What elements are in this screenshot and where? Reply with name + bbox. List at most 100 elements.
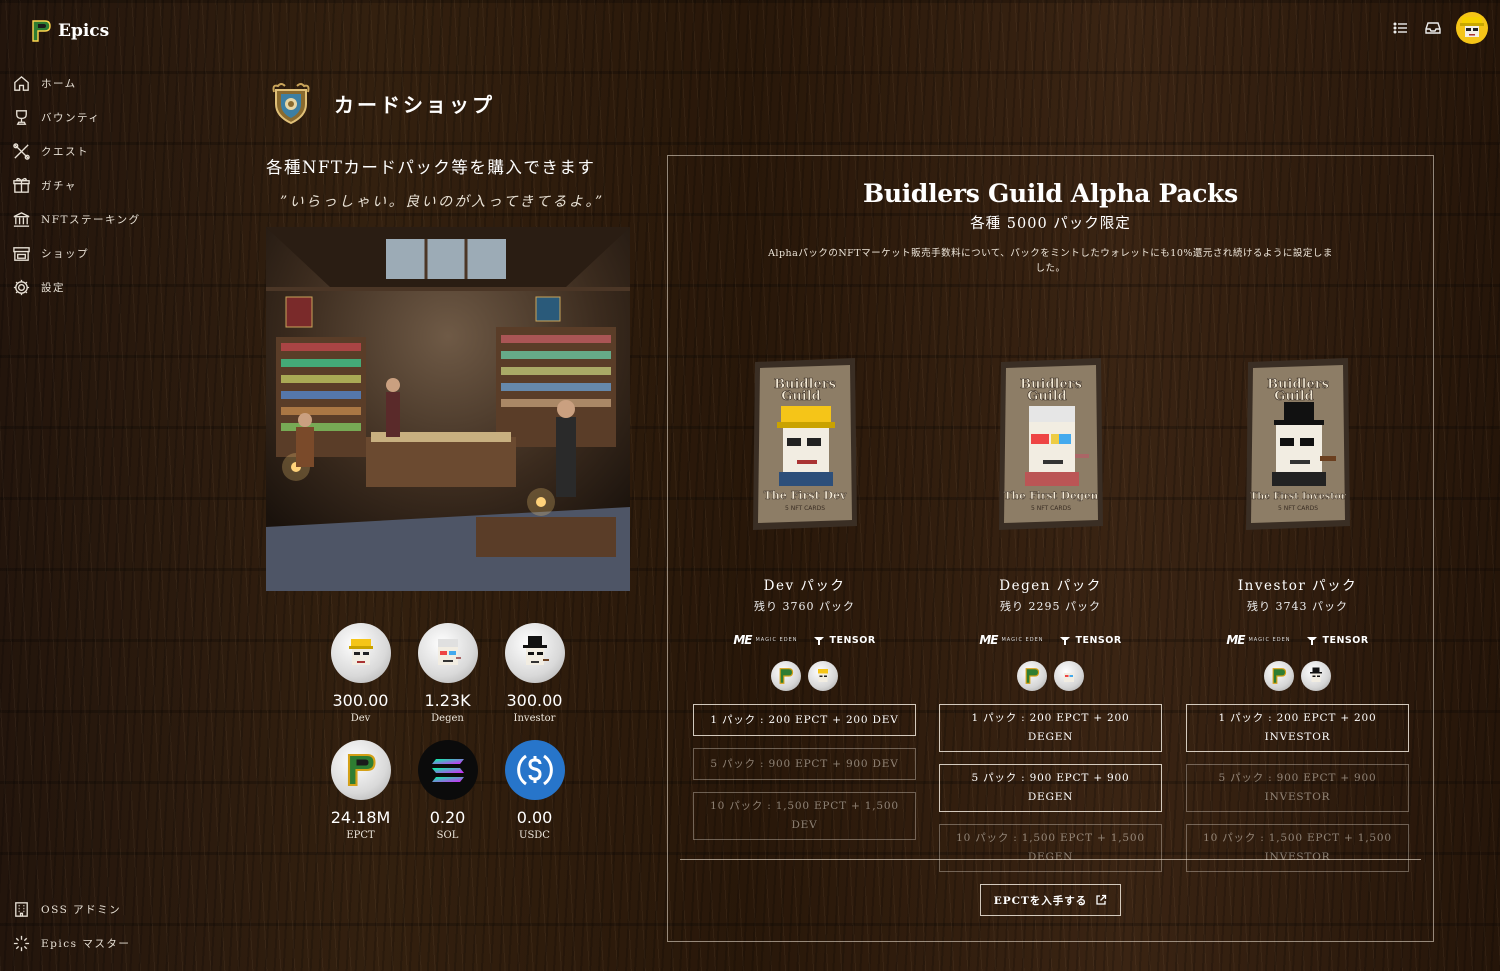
sidebar-item-label: ガチャ bbox=[41, 179, 77, 192]
sidebar-item-settings[interactable]: 設定 bbox=[12, 270, 212, 304]
market-links: ME MAGIC EDEN TENSOR bbox=[693, 633, 916, 647]
buy-1-pack-button[interactable]: 1 パック : 200 EPCT + 200 DEGEN bbox=[939, 704, 1162, 752]
tensor-link[interactable]: TENSOR bbox=[813, 634, 875, 646]
buy-10-pack-button[interactable]: 10 パック : 1,500 EPCT + 1,500 DEGEN bbox=[939, 824, 1162, 872]
balance-label: Dev bbox=[350, 713, 371, 724]
magic-eden-link[interactable]: ME MAGIC EDEN bbox=[733, 633, 797, 647]
pack-name: Investor パック bbox=[1237, 578, 1358, 594]
balance-value: 300.00 bbox=[332, 691, 389, 710]
tools-icon bbox=[13, 142, 30, 160]
tensor-label: TENSOR bbox=[829, 634, 876, 646]
sidebar-item-gacha[interactable]: ガチャ bbox=[12, 168, 212, 202]
degen-pack-image[interactable]: Buidlers Guild The First Degen 5 NFT CAR… bbox=[997, 356, 1105, 532]
sol-token-icon bbox=[417, 740, 478, 800]
tensor-icon bbox=[814, 637, 825, 645]
external-link-icon bbox=[1096, 894, 1107, 905]
sidebar-item-label: 設定 bbox=[41, 281, 65, 294]
balance-usdc: 0.00 USDC bbox=[491, 740, 578, 841]
epics-logo-icon bbox=[32, 20, 51, 42]
panel-title: Buidlers Guild Alpha Packs bbox=[863, 179, 1238, 208]
sidebar-item-label: バウンティ bbox=[41, 111, 101, 124]
user-avatar[interactable] bbox=[1456, 12, 1488, 44]
market-links: ME MAGIC EDEN TENSOR bbox=[1186, 633, 1409, 647]
app-logo[interactable]: Epics bbox=[30, 19, 109, 43]
sidebar-item-epics-master[interactable]: Epics マスター bbox=[12, 926, 212, 960]
buy-10-pack-button[interactable]: 10 パック : 1,500 EPCT + 1,500 DEV bbox=[693, 792, 916, 840]
alpha-packs-panel: Buidlers Guild Alpha Packs 各種 5000 パック限定… bbox=[667, 155, 1434, 942]
pack-name: Degen パック bbox=[999, 578, 1102, 594]
magic-eden-label: MAGIC EDEN bbox=[755, 637, 798, 643]
tensor-icon bbox=[1060, 637, 1071, 645]
balance-sol: 0.20 SOL bbox=[404, 740, 491, 841]
sidebar-item-label: Epics マスター bbox=[41, 937, 131, 950]
pack-tokens bbox=[693, 661, 916, 691]
balance-value: 0.20 bbox=[429, 808, 466, 827]
magic-eden-link[interactable]: ME MAGIC EDEN bbox=[979, 633, 1043, 647]
buy-1-pack-button[interactable]: 1 パック : 200 EPCT + 200 DEV bbox=[693, 704, 916, 736]
sidebar-item-home[interactable]: ホーム bbox=[12, 66, 212, 100]
bank-icon bbox=[13, 211, 30, 227]
sidebar-bottom: OSS アドミン Epics マスター bbox=[12, 892, 212, 960]
sidebar-item-label: ショップ bbox=[41, 247, 89, 260]
balance-epct: 24.18M EPCT bbox=[317, 740, 404, 841]
store-icon bbox=[13, 246, 30, 261]
pack-remaining: 残り 3743 パック bbox=[1247, 600, 1348, 613]
magic-eden-link[interactable]: ME MAGIC EDEN bbox=[1226, 633, 1290, 647]
pack-investor: Buidlers Guild The First Investor 5 NFT … bbox=[1186, 356, 1409, 872]
buy-10-pack-button[interactable]: 10 パック : 1,500 EPCT + 1,500 INVESTOR bbox=[1186, 824, 1409, 872]
get-epct-button[interactable]: EPCTを入手する bbox=[980, 884, 1121, 916]
epct-token-icon bbox=[1017, 661, 1047, 691]
sidebar-item-bounty[interactable]: バウンティ bbox=[12, 100, 212, 134]
sidebar-item-nft-staking[interactable]: NFTステーキング bbox=[12, 202, 212, 236]
home-icon bbox=[14, 75, 29, 91]
panel-note: AlphaパックのNFTマーケット販売手数料について、パックをミントしたウォレッ… bbox=[768, 248, 1333, 274]
page-title: カードショップ bbox=[334, 92, 495, 117]
pack-remaining: 残り 3760 パック bbox=[754, 600, 855, 613]
balance-degen: 1.23K Degen bbox=[404, 623, 491, 724]
degen-token-icon bbox=[1054, 661, 1084, 691]
balance-value: 1.23K bbox=[424, 691, 471, 710]
tensor-label: TENSOR bbox=[1075, 634, 1122, 646]
sidebar-item-oss-admin[interactable]: OSS アドミン bbox=[12, 892, 212, 926]
page-header: カードショップ bbox=[268, 80, 495, 126]
pack-sub: 5 NFT CARDS bbox=[1277, 505, 1317, 512]
tensor-icon bbox=[1307, 637, 1318, 645]
get-epct-label: EPCTを入手する bbox=[993, 894, 1088, 907]
pack-caption: The First Degen bbox=[1003, 490, 1098, 502]
epct-token-icon bbox=[1264, 661, 1294, 691]
sidebar-item-quest[interactable]: クエスト bbox=[12, 134, 212, 168]
list-icon[interactable] bbox=[1392, 19, 1410, 37]
epct-token-icon bbox=[330, 740, 391, 800]
pack-tokens bbox=[1186, 661, 1409, 691]
sidebar-item-shop[interactable]: ショップ bbox=[12, 236, 212, 270]
epct-token-icon bbox=[771, 661, 801, 691]
inbox-icon[interactable] bbox=[1424, 19, 1442, 37]
buy-5-pack-button[interactable]: 5 パック : 900 EPCT + 900 DEV bbox=[693, 748, 916, 780]
buy-5-pack-button[interactable]: 5 パック : 900 EPCT + 900 DEGEN bbox=[939, 764, 1162, 812]
magic-eden-label: MAGIC EDEN bbox=[1248, 637, 1291, 643]
pack-caption: The First Dev bbox=[763, 489, 846, 502]
balance-investor: 300.00 Investor bbox=[491, 623, 578, 724]
balance-value: 0.00 bbox=[516, 808, 553, 827]
avatar-face-icon bbox=[1460, 17, 1484, 37]
shield-emblem-icon bbox=[272, 83, 310, 125]
dev-pack-image[interactable]: Buidlers Guild The First Dev 5 NFT CARDS bbox=[751, 356, 859, 532]
magic-eden-label: MAGIC EDEN bbox=[1001, 637, 1044, 643]
pack-sub: 5 NFT CARDS bbox=[1030, 505, 1070, 512]
pack-name: Dev パック bbox=[763, 578, 846, 594]
balance-label: Degen bbox=[431, 713, 464, 724]
buy-5-pack-button[interactable]: 5 パック : 900 EPCT + 900 INVESTOR bbox=[1186, 764, 1409, 812]
app-name: Epics bbox=[58, 21, 110, 41]
balance-label: EPCT bbox=[346, 830, 375, 841]
purchase-options: 1 パック : 200 EPCT + 200 DEV 5 パック : 900 E… bbox=[693, 704, 916, 840]
balance-label: USDC bbox=[519, 830, 550, 841]
buy-1-pack-button[interactable]: 1 パック : 200 EPCT + 200 INVESTOR bbox=[1186, 704, 1409, 752]
tensor-link[interactable]: TENSOR bbox=[1306, 634, 1368, 646]
trophy-icon bbox=[16, 109, 27, 125]
investor-pack-image[interactable]: Buidlers Guild The First Investor 5 NFT … bbox=[1244, 356, 1352, 532]
market-links: ME MAGIC EDEN TENSOR bbox=[939, 633, 1162, 647]
tensor-link[interactable]: TENSOR bbox=[1059, 634, 1121, 646]
page-subtitle: 各種NFTカードパック等を購入できます bbox=[266, 158, 596, 177]
sidebar-item-label: クエスト bbox=[41, 145, 89, 158]
pack-degen: Buidlers Guild The First Degen 5 NFT CAR… bbox=[939, 356, 1162, 872]
